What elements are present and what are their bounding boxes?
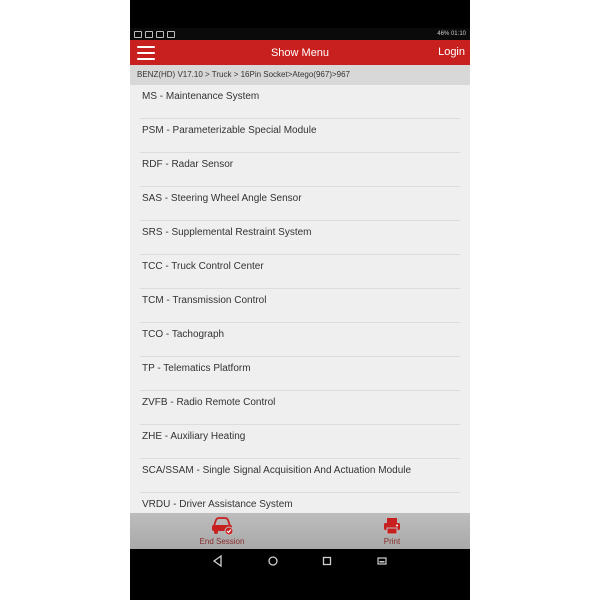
menu-item-tcc[interactable]: TCC - Truck Control Center xyxy=(140,255,460,289)
system-menu-list: MS - Maintenance System PSM - Parameteri… xyxy=(130,85,470,513)
menu-item-zvfb[interactable]: ZVFB - Radio Remote Control xyxy=(140,391,460,425)
hamburger-icon[interactable] xyxy=(137,45,155,60)
breadcrumb: BENZ(HD) V17.10 > Truck > 16Pin Socket>A… xyxy=(130,65,470,85)
app-header: Show Menu Login xyxy=(130,40,470,65)
car-check-icon xyxy=(212,517,234,536)
menu-item-tp[interactable]: TP - Telematics Platform xyxy=(140,357,460,391)
menu-item-vrdu[interactable]: VRDU - Driver Assistance System xyxy=(140,493,460,513)
menu-item-psm[interactable]: PSM - Parameterizable Special Module xyxy=(140,119,460,153)
print-button[interactable]: Print xyxy=(307,513,470,549)
android-nav-bar xyxy=(130,549,470,573)
end-session-label: End Session xyxy=(199,537,245,546)
home-circle-icon[interactable] xyxy=(265,553,281,569)
menu-item-zhe[interactable]: ZHE - Auxiliary Heating xyxy=(140,425,460,459)
end-session-button[interactable]: End Session xyxy=(137,513,307,549)
menu-item-srs[interactable]: SRS - Supplemental Restraint System xyxy=(140,221,460,255)
status-text: 46% 01:10 xyxy=(437,31,466,37)
menu-item-sas[interactable]: SAS - Steering Wheel Angle Sensor xyxy=(140,187,460,221)
menu-item-ms[interactable]: MS - Maintenance System xyxy=(140,85,460,119)
menu-item-tco[interactable]: TCO - Tachograph xyxy=(140,323,460,357)
page-title: Show Menu xyxy=(270,46,330,59)
status-bar: 46% 01:10 xyxy=(130,28,470,40)
menu-item-tcm[interactable]: TCM - Transmission Control xyxy=(140,289,460,323)
back-triangle-icon[interactable] xyxy=(210,553,226,569)
printer-icon xyxy=(384,518,400,535)
notification-icon xyxy=(156,30,164,38)
bottom-action-bar: End Session Print xyxy=(130,513,470,549)
print-label: Print xyxy=(383,537,401,546)
keyboard-icon[interactable] xyxy=(374,553,390,569)
notification-icon xyxy=(167,30,175,38)
status-right: 46% 01:10 xyxy=(437,31,466,37)
login-button[interactable]: Login xyxy=(438,46,465,58)
menu-item-rdf[interactable]: RDF - Radar Sensor xyxy=(140,153,460,187)
recents-square-icon[interactable] xyxy=(319,553,335,569)
notification-icon xyxy=(134,30,142,38)
notification-icons xyxy=(134,30,175,38)
tablet-screen: 46% 01:10 Show Menu Login BENZ(HD) V17.1… xyxy=(130,0,470,600)
notification-icon xyxy=(145,30,153,38)
menu-item-sca-ssam[interactable]: SCA/SSAM - Single Signal Acquisition And… xyxy=(140,459,460,493)
